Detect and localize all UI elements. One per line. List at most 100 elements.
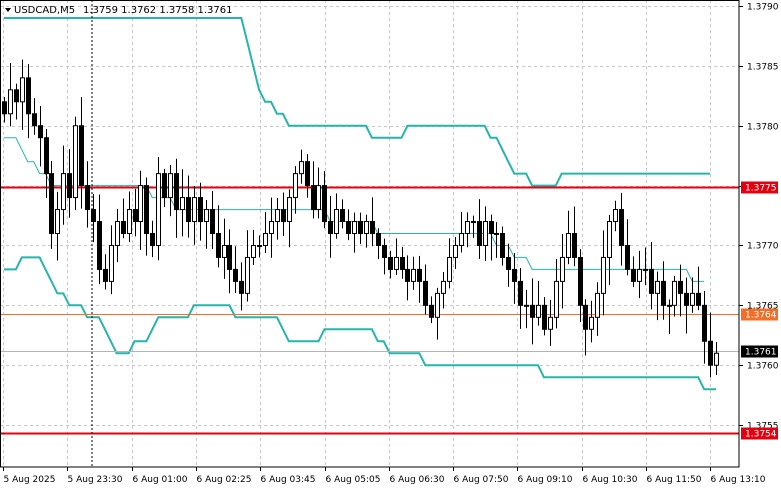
- candle-body-bull: [643, 268, 648, 271]
- candle-body-bull: [447, 256, 452, 282]
- candle-body-bear: [376, 233, 381, 246]
- x-tick-label: 6 Aug 07:50: [454, 475, 509, 485]
- candle-body-bear: [79, 125, 84, 187]
- candle-body-bull: [275, 209, 280, 223]
- candle-body-bull: [690, 292, 695, 306]
- candle-body-bear: [85, 185, 90, 211]
- candle-body-bear: [684, 292, 689, 306]
- y-tick-label: 1.3760: [747, 362, 779, 372]
- candle-body-bull: [257, 244, 262, 247]
- ohlc-readout: 1.3759 1.3762 1.3758 1.3761: [83, 5, 233, 16]
- x-tick-label: 6 Aug 03:45: [261, 475, 316, 485]
- candle-body-bear: [661, 280, 666, 306]
- candle-body-bull: [180, 197, 185, 211]
- candle-body-bear: [489, 221, 494, 234]
- candle-body-bull: [536, 304, 541, 318]
- candle-body-bull: [483, 221, 488, 246]
- candle-body-bull: [566, 233, 571, 258]
- candle-body-bull: [672, 280, 677, 306]
- candle-body-bear: [506, 256, 511, 270]
- current-price-label: 1.3761: [745, 348, 777, 358]
- candle-body-bear: [281, 209, 286, 223]
- candle-body-bull: [334, 209, 339, 235]
- candle-body-bear: [542, 304, 547, 330]
- candle-body-bear: [44, 137, 49, 175]
- candle-body-bull: [293, 173, 298, 199]
- candle-body-bull: [156, 173, 161, 246]
- candle-body-bear: [14, 89, 19, 103]
- candle-body-bear: [311, 185, 316, 211]
- candle-body-bull: [607, 221, 612, 258]
- candle-body-bull: [73, 125, 78, 199]
- candle-body-bear: [2, 101, 7, 115]
- candle-body-bull: [299, 161, 304, 175]
- candle-body-bull: [61, 173, 66, 211]
- candle-body-bull: [655, 280, 660, 294]
- candle-body-bear: [370, 221, 375, 234]
- y-tick-label: 1.3770: [747, 242, 779, 252]
- candle-body-bear: [572, 233, 577, 258]
- candle-body-bull: [109, 244, 114, 282]
- candle-body-bear: [619, 209, 624, 246]
- candle-body-bear: [512, 268, 517, 282]
- candle-body-bull: [192, 197, 197, 223]
- candle-body-bear: [328, 221, 333, 234]
- candle-body-bull: [316, 185, 321, 211]
- candle-body-bull: [168, 173, 173, 199]
- candle-body-bear: [322, 185, 327, 223]
- candle-body-bull: [560, 256, 565, 282]
- candle-body-bear: [696, 292, 701, 306]
- level-price-label: 1.3775: [745, 184, 777, 194]
- x-tick-label: 5 Aug 2025: [4, 475, 56, 485]
- y-tick-label: 1.3790: [747, 3, 779, 13]
- candle-body-bull: [637, 268, 642, 282]
- candle-body-bull: [411, 268, 416, 282]
- candle-body-bear: [38, 125, 43, 139]
- candle-body-bear: [239, 280, 244, 294]
- candle-body-bear: [121, 221, 126, 234]
- candle-body-bull: [441, 280, 446, 294]
- candle-body-bull: [364, 221, 369, 234]
- candle-body-bull: [251, 244, 256, 258]
- candle-body-bear: [649, 268, 654, 294]
- candle-body-bear: [150, 233, 155, 246]
- candle-body-bull: [595, 292, 600, 318]
- candle-body-bull: [263, 233, 268, 246]
- candle-body-bear: [91, 209, 96, 223]
- candle-body-bear: [216, 233, 221, 258]
- symbol-label[interactable]: USDCAD,M5: [14, 5, 75, 16]
- level-price-label: 1.3754: [745, 430, 777, 440]
- candle-body-bear: [625, 244, 630, 270]
- candle-body-bear: [358, 221, 363, 234]
- level-price-label: 1.3764: [745, 311, 777, 321]
- candle-body-bear: [162, 173, 167, 199]
- candle-body-bull: [494, 233, 499, 235]
- candle-body-bull: [20, 77, 25, 103]
- price-chart: 1.37901.37851.37801.37751.37701.37651.37…: [0, 0, 781, 489]
- candle-body-bear: [346, 221, 351, 234]
- candle-body-bear: [702, 304, 707, 342]
- candle-body-bull: [459, 233, 464, 246]
- x-tick-label: 5 Aug 23:30: [68, 475, 123, 485]
- candle-body-bear: [400, 256, 405, 270]
- x-tick-label: 6 Aug 13:10: [711, 475, 766, 485]
- candle-body-bear: [477, 221, 482, 246]
- candle-body-bull: [465, 221, 470, 234]
- candle-body-bull: [667, 304, 672, 307]
- candle-body-bull: [601, 256, 606, 294]
- candle-body-bull: [352, 221, 357, 234]
- candle-body-bear: [417, 268, 422, 282]
- x-tick-label: 6 Aug 11:50: [647, 475, 702, 485]
- candle-body-bull: [8, 89, 13, 115]
- x-tick-label: 6 Aug 09:10: [518, 475, 573, 485]
- candle-body-bear: [210, 209, 215, 235]
- candle-body-bear: [97, 221, 102, 270]
- candle-body-bull: [138, 185, 143, 223]
- candle-body-bear: [305, 161, 310, 187]
- candle-body-bull: [589, 316, 594, 330]
- candle-body-bull: [524, 304, 529, 307]
- candle-body-bear: [530, 304, 535, 318]
- candle-body-bear: [583, 304, 588, 330]
- x-tick-label: 6 Aug 06:30: [390, 475, 445, 485]
- candle-body-bear: [174, 173, 179, 211]
